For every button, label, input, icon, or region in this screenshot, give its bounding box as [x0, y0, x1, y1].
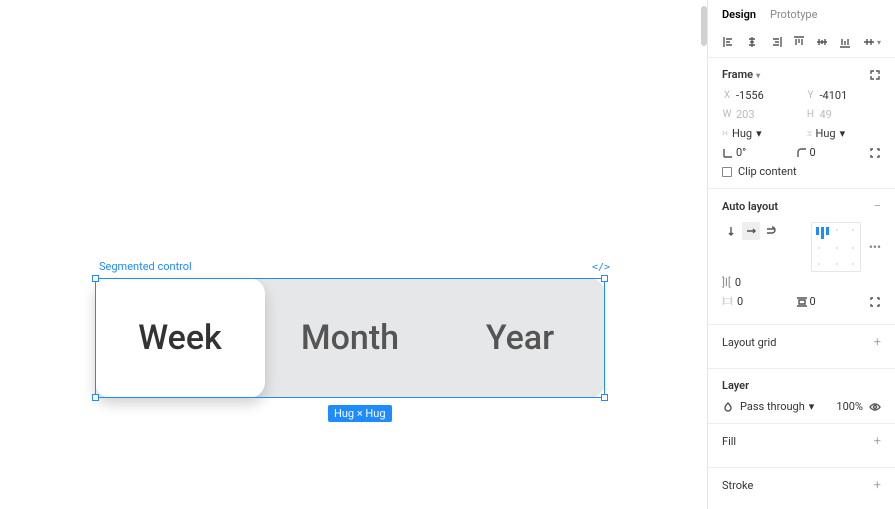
- direction-group: [722, 222, 780, 240]
- chevron-down-icon: ▾: [756, 71, 760, 80]
- opacity-field[interactable]: 100%: [836, 400, 863, 413]
- direction-vertical-button[interactable]: [722, 222, 740, 240]
- align-top-icon[interactable]: [792, 35, 806, 49]
- dev-handoff-icon[interactable]: </>: [592, 262, 610, 273]
- frame-section-title[interactable]: Frame▾: [722, 68, 760, 81]
- blend-mode-field[interactable]: Pass through▾: [740, 400, 830, 413]
- checkbox-icon: [722, 167, 732, 177]
- item-spacing-field[interactable]: ]I[0: [722, 276, 798, 289]
- chevron-down-icon[interactable]: ▾: [877, 38, 881, 47]
- alignment-indicator-icon: [816, 227, 829, 239]
- resize-handle-top-left[interactable]: [92, 275, 99, 282]
- auto-layout-title: Auto layout: [722, 200, 778, 213]
- v-padding-icon: [796, 296, 806, 308]
- chevron-down-icon: ▾: [840, 127, 846, 140]
- align-left-icon[interactable]: [722, 35, 736, 49]
- vertical-padding-field[interactable]: 0: [796, 295, 862, 308]
- resize-to-fit-icon[interactable]: [869, 69, 881, 81]
- remove-auto-layout-button[interactable]: −: [874, 199, 881, 214]
- selection-frame-label[interactable]: Segmented control: [99, 260, 192, 273]
- horizontal-padding-field[interactable]: |□|0: [722, 295, 788, 308]
- align-bottom-icon[interactable]: [838, 35, 852, 49]
- clip-content-toggle[interactable]: Clip content: [722, 165, 881, 178]
- resize-handle-bottom-right[interactable]: [601, 394, 608, 401]
- layout-grid-section: Layout grid +: [708, 325, 895, 369]
- add-layout-grid-button[interactable]: +: [874, 335, 881, 350]
- angle-icon: [722, 147, 732, 159]
- x-field[interactable]: X-1556: [722, 89, 798, 102]
- align-v-center-icon[interactable]: [815, 35, 829, 49]
- stroke-section: Stroke +: [708, 468, 895, 509]
- direction-wrap-button[interactable]: [762, 222, 780, 240]
- vertical-resizing-field[interactable]: ›‹Hug▾: [806, 127, 882, 140]
- item-spacing-icon: ]I[: [722, 276, 731, 289]
- design-canvas[interactable]: Segmented control </> Week Month Year Hu…: [0, 0, 707, 509]
- independent-corners-icon[interactable]: [869, 147, 881, 159]
- horizontal-resizing-field[interactable]: ›‹Hug▾: [722, 127, 798, 140]
- chevron-down-icon: ▾: [756, 127, 762, 140]
- corner-radius-icon: [796, 147, 806, 159]
- width-field[interactable]: W203: [722, 108, 798, 121]
- h-padding-icon: |□|: [722, 296, 733, 307]
- fill-section: Fill +: [708, 424, 895, 468]
- layer-section: Layer Pass through▾ 100%: [708, 369, 895, 424]
- alignment-controls: ▾: [708, 29, 895, 58]
- visibility-icon[interactable]: [869, 401, 881, 413]
- blend-mode-icon: [722, 401, 734, 413]
- hug-h-icon: ›‹: [722, 128, 728, 139]
- direction-horizontal-button[interactable]: [742, 222, 760, 240]
- hug-v-icon: ›‹: [803, 130, 814, 136]
- alignment-box[interactable]: [811, 222, 861, 272]
- selection-bounding-box[interactable]: [95, 278, 605, 398]
- tab-design[interactable]: Design: [722, 8, 756, 21]
- dimensions-badge: Hug × Hug: [328, 405, 392, 422]
- tab-prototype[interactable]: Prototype: [770, 8, 817, 21]
- stroke-title: Stroke: [722, 479, 753, 492]
- clip-content-label: Clip content: [738, 165, 797, 178]
- layer-title: Layer: [722, 379, 749, 392]
- frame-section: Frame▾ X-1556 Y-4101 W203 H49 ›‹Hug▾ ›‹H…: [708, 58, 895, 189]
- add-stroke-button[interactable]: +: [874, 478, 881, 493]
- chevron-down-icon: ▾: [809, 400, 815, 413]
- resize-handle-top-right[interactable]: [601, 275, 608, 282]
- panel-tabs: Design Prototype: [708, 0, 895, 29]
- advanced-layout-button[interactable]: •••: [869, 240, 881, 254]
- fill-title: Fill: [722, 435, 736, 448]
- align-right-icon[interactable]: [769, 35, 783, 49]
- align-h-center-icon[interactable]: [745, 35, 759, 49]
- add-fill-button[interactable]: +: [874, 434, 881, 449]
- corner-radius-field[interactable]: 0: [796, 146, 862, 159]
- properties-panel: Design Prototype ▾ Frame▾ X-1556 Y-4101 …: [707, 0, 895, 509]
- y-field[interactable]: Y-4101: [806, 89, 882, 102]
- distribute-icon[interactable]: [862, 35, 876, 49]
- layout-grid-title: Layout grid: [722, 336, 776, 349]
- auto-layout-section: Auto layout − ••• ]I[0 |□|0: [708, 189, 895, 325]
- resize-handle-bottom-left[interactable]: [92, 394, 99, 401]
- height-field[interactable]: H49: [806, 108, 882, 121]
- independent-padding-icon[interactable]: [869, 296, 881, 308]
- rotation-field[interactable]: 0°: [722, 146, 788, 159]
